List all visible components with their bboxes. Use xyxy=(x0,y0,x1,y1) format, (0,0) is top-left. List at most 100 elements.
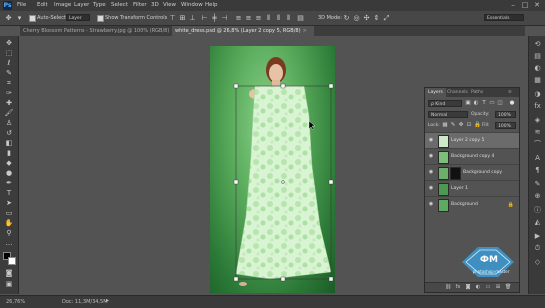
3d-roll-icon[interactable]: ◎ xyxy=(352,14,361,22)
menu-image[interactable]: Image xyxy=(54,2,71,9)
3d-rotate-icon[interactable]: ↻ xyxy=(342,14,351,22)
healing-brush-tool-icon[interactable]: ✚ xyxy=(4,99,14,108)
styles-panel-icon[interactable]: fx xyxy=(533,102,542,111)
filter-kind-dropdown[interactable]: ρ Kind xyxy=(428,100,462,107)
quick-select-tool-icon[interactable]: ✎ xyxy=(4,69,14,78)
dodge-tool-icon[interactable]: ● xyxy=(4,169,14,178)
channels-panel-icon[interactable]: ≋ xyxy=(533,128,542,137)
tab-cherry-blossom[interactable]: Cherry Blossom Patterns - Strawberry.jpg… xyxy=(20,26,172,36)
menu-3d[interactable]: 3D xyxy=(151,2,159,9)
menu-window[interactable]: Window xyxy=(181,2,203,9)
visibility-eye-icon[interactable]: ◉ xyxy=(428,202,434,207)
menu-view[interactable]: View xyxy=(163,2,176,9)
hand-tool-icon[interactable]: ✋ xyxy=(4,219,14,228)
zoom-tool-icon[interactable]: ⚲ xyxy=(4,229,14,238)
distribute-left-icon[interactable]: ⦀ xyxy=(264,14,273,22)
adjustments-panel-icon[interactable]: ◑ xyxy=(533,90,542,99)
layers-panel-icon[interactable]: ◈ xyxy=(533,116,542,125)
clone-source-panel-icon[interactable]: ⊕ xyxy=(533,192,542,201)
filter-toggle-icon[interactable]: ● xyxy=(509,100,515,107)
3d-drag-icon[interactable]: ✣ xyxy=(362,14,371,22)
gradient-tool-icon[interactable]: ▮ xyxy=(4,149,14,158)
paragraph-panel-icon[interactable]: ¶ xyxy=(533,166,542,175)
show-transform-checkbox[interactable] xyxy=(97,15,104,22)
link-layers-icon[interactable]: ⛓ xyxy=(445,284,451,291)
brush-tool-icon[interactable]: 🖌 xyxy=(4,109,14,118)
move-tool-icon[interactable]: ✥ xyxy=(4,14,13,22)
shape-tool-icon[interactable]: ▭ xyxy=(4,209,14,218)
new-group-icon[interactable]: ▭ xyxy=(485,284,491,291)
actions-panel-icon[interactable]: ▶ xyxy=(533,232,542,241)
workspace-dropdown[interactable]: Essentials xyxy=(484,14,524,21)
visibility-eye-icon[interactable]: ◉ xyxy=(428,170,434,175)
status-arrow-icon[interactable]: ▸ xyxy=(106,298,109,304)
filter-pixel-icon[interactable]: ▣ xyxy=(465,100,471,107)
quick-mask-icon[interactable]: ◙ xyxy=(4,269,14,278)
new-layer-icon[interactable]: ⊞ xyxy=(495,284,501,291)
opacity-input[interactable]: 100% xyxy=(495,111,516,118)
color-panel-icon[interactable]: ◐ xyxy=(533,64,542,73)
distribute-right-icon[interactable]: ⦀ xyxy=(284,14,293,22)
pen-tool-icon[interactable]: ✒ xyxy=(4,179,14,188)
tab-close-icon[interactable]: × xyxy=(303,28,307,34)
lock-transparent-icon[interactable]: ▦ xyxy=(442,122,448,129)
align-middle-icon[interactable]: ⊞ xyxy=(178,14,187,22)
trash-icon[interactable]: 🗑 xyxy=(505,284,511,291)
align-top-icon[interactable]: ⊤ xyxy=(168,14,177,22)
menu-layer[interactable]: Layer xyxy=(74,2,89,9)
blend-mode-dropdown[interactable]: Normal xyxy=(428,111,468,118)
tab-channels[interactable]: Channels xyxy=(444,88,471,97)
distribute-center-icon[interactable]: ⦀ xyxy=(274,14,283,22)
visibility-eye-icon[interactable]: ◉ xyxy=(428,154,434,159)
tool-preset-chevron-icon[interactable]: ▾ xyxy=(15,14,24,22)
document-canvas[interactable] xyxy=(210,46,335,293)
brush-panel-icon[interactable]: ✎ xyxy=(533,180,542,189)
zoom-level[interactable]: 26,76% xyxy=(6,299,25,305)
layer-row[interactable]: ◉ Background 🔒 xyxy=(425,196,519,212)
filter-adjustment-icon[interactable]: ◐ xyxy=(473,100,479,107)
paths-panel-icon[interactable]: ⌒ xyxy=(533,140,542,149)
lasso-tool-icon[interactable]: ℓ xyxy=(4,59,14,68)
3d-panel-icon[interactable]: ◇ xyxy=(533,258,542,267)
more-tools-icon[interactable]: … xyxy=(4,239,14,248)
auto-select-checkbox[interactable] xyxy=(29,15,36,22)
distribute-bottom-icon[interactable]: ≡ xyxy=(254,14,263,22)
maximize-icon[interactable]: □ xyxy=(520,1,530,10)
marquee-tool-icon[interactable]: ⬚ xyxy=(4,49,14,58)
menu-select[interactable]: Select xyxy=(111,2,128,9)
fx-icon[interactable]: fx xyxy=(455,284,461,291)
align-center-icon[interactable]: ╪ xyxy=(210,14,219,22)
eraser-tool-icon[interactable]: ◧ xyxy=(4,139,14,148)
layer-row[interactable]: ◉ Layer 2 copy 5 xyxy=(425,132,519,148)
fill-input[interactable]: 100% xyxy=(495,122,516,129)
screen-mode-icon[interactable]: ▣ xyxy=(4,280,14,289)
layer-row[interactable]: ◉ Layer 1 xyxy=(425,180,519,196)
menu-type[interactable]: Type xyxy=(93,2,106,9)
minimize-icon[interactable]: – xyxy=(508,1,518,10)
crop-tool-icon[interactable]: ⌗ xyxy=(4,79,14,88)
menu-edit[interactable]: Edit xyxy=(37,2,48,9)
distribute-top-icon[interactable]: ≡ xyxy=(234,14,243,22)
filter-shape-icon[interactable]: ▭ xyxy=(489,100,495,107)
clone-stamp-tool-icon[interactable]: ♙ xyxy=(4,119,14,128)
3d-slide-icon[interactable]: ⇕ xyxy=(372,14,381,22)
lock-position-icon[interactable]: ✥ xyxy=(458,122,464,129)
distribute-middle-icon[interactable]: ≡ xyxy=(244,14,253,22)
swatches-panel-icon[interactable]: ▦ xyxy=(533,76,542,85)
tab-layers[interactable]: Layers xyxy=(425,88,446,97)
tab-white-dress[interactable]: white_dress.psd @ 26,8% (Layer 2 copy 5,… xyxy=(172,26,314,36)
align-bottom-icon[interactable]: ⊥ xyxy=(188,14,197,22)
filter-smart-object-icon[interactable]: ◫ xyxy=(497,100,503,107)
panel-menu-icon[interactable]: ≡ xyxy=(508,88,512,97)
history-panel-icon[interactable]: ⟲ xyxy=(533,40,542,49)
close-icon[interactable]: ✕ xyxy=(532,1,542,10)
3d-scale-icon[interactable]: ⤢ xyxy=(382,14,391,22)
history-brush-tool-icon[interactable]: ↺ xyxy=(4,129,14,138)
auto-align-icon[interactable]: ▤ xyxy=(296,14,305,22)
properties-panel-icon[interactable]: ▤ xyxy=(533,52,542,61)
lock-artboard-icon[interactable]: ⊡ xyxy=(466,122,472,129)
type-tool-icon[interactable]: T xyxy=(4,189,14,198)
move-tool-icon[interactable]: ✥ xyxy=(4,39,14,48)
character-panel-icon[interactable]: A xyxy=(533,154,542,163)
eyedropper-tool-icon[interactable]: ✑ xyxy=(4,89,14,98)
